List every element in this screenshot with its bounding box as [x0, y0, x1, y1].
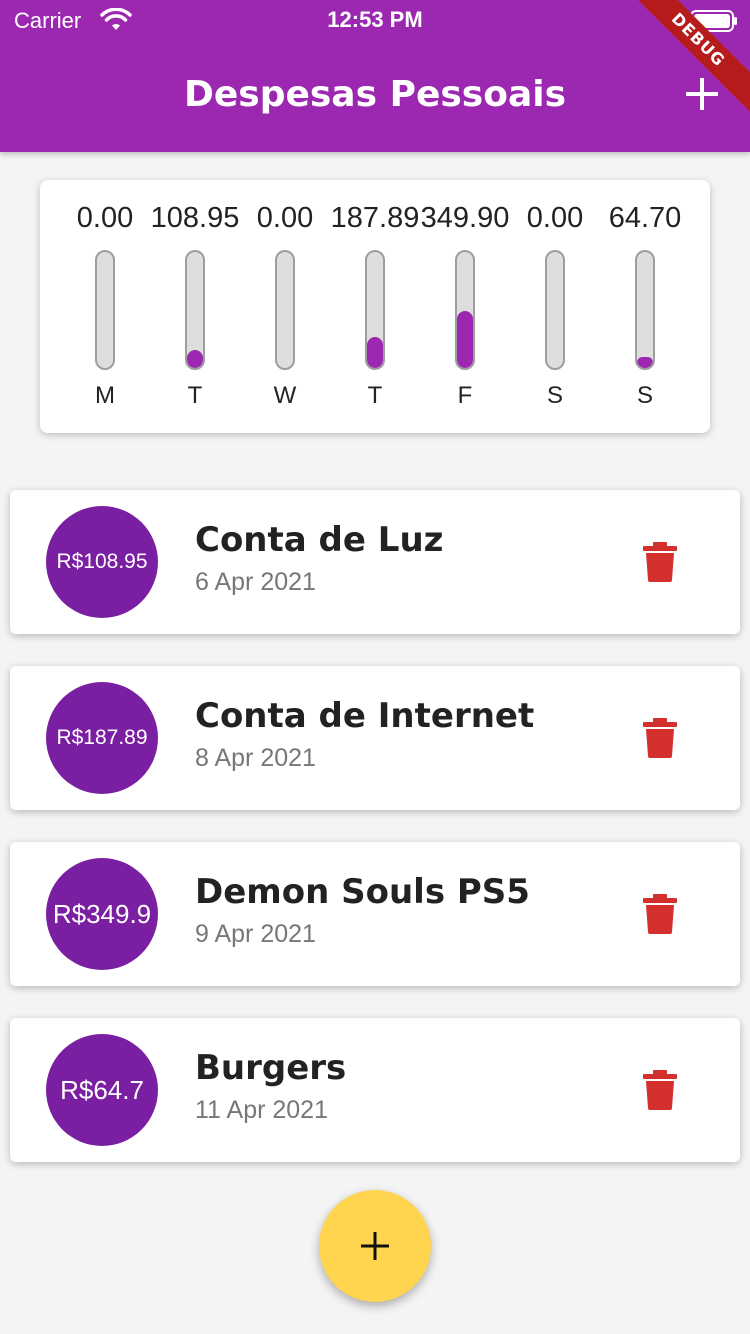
delete-button[interactable]: [642, 894, 678, 934]
amount-avatar: R$187.89: [46, 682, 158, 794]
bar-track: [635, 250, 655, 370]
floating-add-button[interactable]: [319, 1190, 431, 1302]
transaction-title: Conta de Internet: [195, 696, 535, 736]
status-time: 12:53 PM: [327, 7, 423, 32]
plus-icon: [361, 1232, 389, 1260]
bar: [367, 337, 383, 368]
bar-track: [455, 250, 475, 370]
chart-column: 187.89 T: [330, 180, 420, 433]
transaction-date: 6 Apr 2021: [195, 568, 316, 596]
transaction-card: R$187.89 Conta de Internet 8 Apr 2021: [10, 666, 740, 810]
transaction-date: 9 Apr 2021: [195, 920, 316, 948]
amount-avatar: R$108.95: [46, 506, 158, 618]
transaction-title: Conta de Luz: [195, 520, 444, 560]
bar: [187, 350, 203, 368]
trash-icon: [643, 894, 677, 934]
transaction-card: R$349.9 Demon Souls PS5 9 Apr 2021: [10, 842, 740, 986]
chart-column: 64.70 S: [600, 180, 690, 433]
transaction-title: Burgers: [195, 1048, 347, 1088]
bar-track: [185, 250, 205, 370]
plus-icon: [686, 78, 718, 110]
bar-day-label: S: [636, 382, 653, 409]
bar: [637, 357, 653, 368]
weekly-chart: 0.00 M 108.95 T 0.00 W 187.89 T 349.90 F 0.00 S 64.7…: [40, 180, 710, 433]
amount-avatar: R$64.7: [46, 1034, 158, 1146]
bar-day-label: F: [457, 382, 473, 409]
bar-track: [545, 250, 565, 370]
trash-icon: [643, 718, 677, 758]
chart-column: 0.00 M: [60, 180, 150, 433]
transaction-card: R$64.7 Burgers 11 Apr 2021: [10, 1018, 740, 1162]
bar-day-label: T: [187, 382, 203, 409]
chart-column: 0.00 W: [240, 180, 330, 433]
chart-column: 349.90 F: [420, 180, 510, 433]
bar-track: [275, 250, 295, 370]
bar-track: [365, 250, 385, 370]
bar-day-label: S: [546, 382, 563, 409]
delete-button[interactable]: [642, 542, 678, 582]
delete-button[interactable]: [642, 1070, 678, 1110]
chart-column: 0.00 S: [510, 180, 600, 433]
bar-day-label: W: [273, 382, 297, 409]
amount-avatar: R$349.9: [46, 858, 158, 970]
transaction-date: 11 Apr 2021: [195, 1096, 328, 1124]
bar-value-label: 64.70: [608, 202, 682, 234]
bar: [457, 310, 473, 368]
status-bar: Carrier 12:53 PM: [0, 0, 750, 40]
transaction-card: R$108.95 Conta de Luz 6 Apr 2021: [10, 490, 740, 634]
page-title: Despesas Pessoais: [183, 74, 567, 115]
chart-column: 108.95 T: [150, 180, 240, 433]
bar-track: [95, 250, 115, 370]
delete-button[interactable]: [642, 718, 678, 758]
transaction-title: Demon Souls PS5: [195, 872, 530, 912]
bar-day-label: T: [367, 382, 383, 409]
bar-day-label: M: [95, 382, 115, 409]
transaction-date: 8 Apr 2021: [195, 744, 316, 772]
trash-icon: [643, 542, 677, 582]
trash-icon: [643, 1070, 677, 1110]
app-bar: Carrier 12:53 PM Despesas Pessoais DEBUG: [0, 0, 750, 152]
